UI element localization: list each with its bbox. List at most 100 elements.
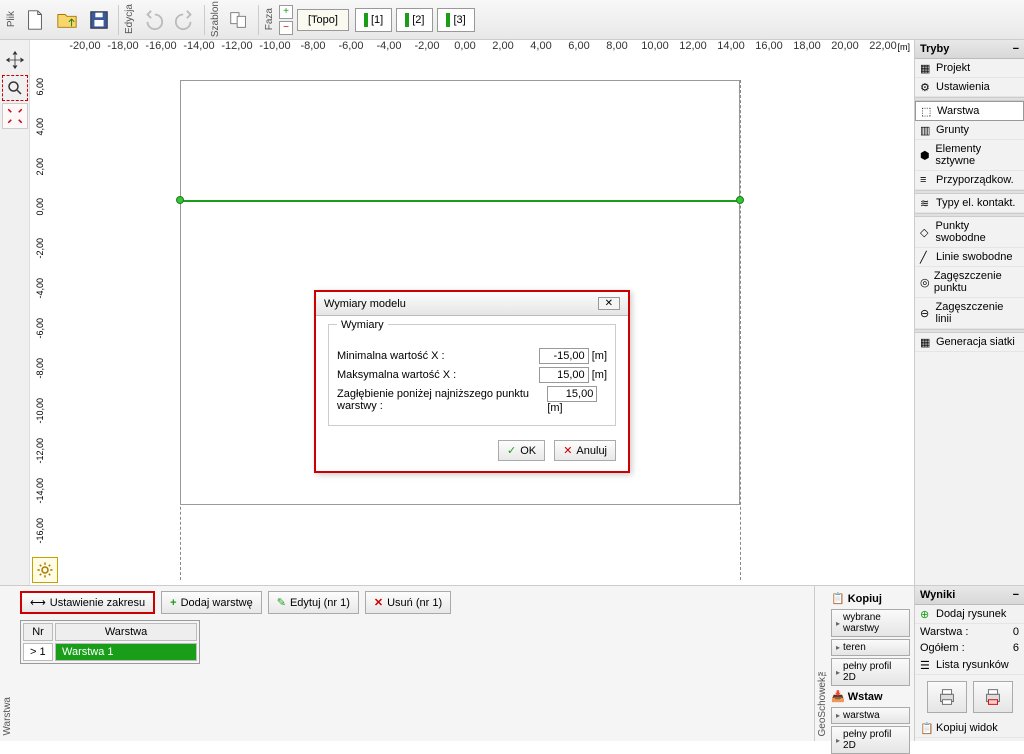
ruler-tick: 10,00: [635, 40, 675, 52]
range-settings-button[interactable]: ⟷Ustawienie zakresu: [20, 591, 155, 614]
layer-node[interactable]: [176, 196, 184, 204]
phase-1-button[interactable]: [1]: [355, 8, 392, 32]
list-icon: ☰: [920, 659, 932, 671]
ruler-tick: 14,00: [711, 40, 751, 52]
ruler-tick: -10,00: [35, 398, 45, 424]
open-file-button[interactable]: [53, 5, 81, 35]
ruler-tick: 2,00: [483, 40, 523, 52]
mode-icon: ≡: [920, 174, 932, 186]
remove-layer-button[interactable]: ✕Usuń (nr 1): [365, 591, 451, 614]
print-color-button[interactable]: [973, 681, 1013, 713]
mode-icon: ▦: [920, 336, 932, 348]
copy-full-profile[interactable]: pełny profil 2D: [831, 658, 910, 686]
min-x-label: Minimalna wartość X :: [337, 350, 445, 362]
add-layer-button[interactable]: +Dodaj warstwę: [161, 591, 262, 614]
mode-item-10[interactable]: ⊖ Zagęszczenie linii: [915, 298, 1024, 329]
mode-item-7[interactable]: ◇ Punkty swobodne: [915, 217, 1024, 248]
insert-layer[interactable]: warstwa: [831, 707, 910, 724]
modes-panel: Tryby− ▦ Projekt ⚙Ustawienia ⬚Warstwa▥Grunt…: [914, 40, 1024, 585]
insert-full-profile[interactable]: pełny profil 2D: [831, 726, 910, 754]
mode-icon: ≋: [920, 197, 932, 209]
settings-gear-button[interactable]: [32, 557, 58, 583]
mode-label: Punkty swobodne: [936, 220, 1019, 244]
remove-phase-button[interactable]: −: [279, 21, 293, 35]
depth-input[interactable]: [547, 386, 597, 402]
mode-label: Linie swobodne: [936, 251, 1012, 263]
ruler-tick: -6,00: [331, 40, 371, 52]
minimize-icon[interactable]: −: [1013, 43, 1019, 55]
minimize-icon[interactable]: −: [1013, 589, 1019, 601]
layer-table[interactable]: NrWarstwa > 1Warstwa 1: [20, 620, 200, 664]
mode-icon: ◇: [920, 226, 932, 238]
ruler-tick: 16,00: [749, 40, 789, 52]
min-x-input[interactable]: [539, 348, 589, 364]
max-x-label: Maksymalna wartość X :: [337, 369, 456, 381]
mode-item-0[interactable]: ▦ Projekt: [915, 59, 1024, 78]
main-toolbar: Plik Edycja Szablon Faza + − [Topo] [1] …: [0, 0, 1024, 40]
ruler-tick: 6,00: [559, 40, 599, 52]
add-phase-button[interactable]: +: [279, 5, 293, 19]
insert-icon: 📥: [831, 690, 845, 703]
mode-item-9[interactable]: ◎Zagęszczenie punktu: [915, 267, 1024, 298]
phase-2-button[interactable]: [2]: [396, 8, 433, 32]
plus-icon: +: [170, 597, 176, 609]
mode-item-2[interactable]: ⬚Warstwa: [915, 101, 1024, 121]
mode-item-6[interactable]: ≋Typy el. kontakt.: [915, 194, 1024, 213]
layer-line[interactable]: [180, 200, 740, 202]
mode-item-11[interactable]: ▦Generacja siatki: [915, 333, 1024, 352]
drawing-list-button[interactable]: ☰Lista rysunków: [915, 656, 1024, 675]
phase-bar-icon: [446, 13, 450, 27]
mode-item-4[interactable]: ⬢Elementy sztywne: [915, 140, 1024, 171]
x-icon: ✕: [374, 596, 383, 609]
check-icon: ✓: [507, 444, 516, 457]
save-file-button[interactable]: [85, 5, 113, 35]
move-tool[interactable]: [2, 47, 28, 73]
topo-phase-button[interactable]: [Topo]: [297, 9, 349, 31]
mode-icon: ◎: [920, 276, 930, 288]
mode-item-1[interactable]: ⚙Ustawienia: [915, 78, 1024, 97]
table-row[interactable]: > 1Warstwa 1: [23, 643, 197, 661]
mode-item-3[interactable]: ▥Grunty: [915, 121, 1024, 140]
edit-label: Edycja: [122, 2, 137, 36]
ruler-tick: -16,00: [141, 40, 181, 52]
modes-header: Tryby−: [915, 40, 1024, 59]
zoom-tool[interactable]: [2, 75, 28, 101]
ruler-tick: 2,00: [35, 158, 45, 176]
mode-item-5[interactable]: ≡ Przyporządkow.: [915, 171, 1024, 190]
ruler-tick: -12,00: [217, 40, 257, 52]
template-button[interactable]: [225, 5, 253, 35]
mode-icon: ⬢: [920, 149, 931, 161]
model-dimensions-dialog: Wymiary modelu ✕ Wymiary Minimalna warto…: [314, 290, 630, 473]
ok-button[interactable]: ✓ OK: [498, 440, 545, 461]
undo-button[interactable]: [139, 5, 167, 35]
copy-view-button[interactable]: 📋Kopiuj widok: [915, 719, 1024, 738]
mode-label: Przyporządkow.: [936, 174, 1014, 186]
x-icon: ✕: [563, 444, 572, 457]
cancel-button[interactable]: ✕ Anuluj: [554, 440, 616, 461]
max-x-input[interactable]: [539, 367, 589, 383]
mode-label: Projekt: [936, 62, 970, 74]
mode-label: Zagęszczenie linii: [936, 301, 1019, 325]
edit-layer-button[interactable]: ✎Edytuj (nr 1): [268, 591, 359, 614]
layer-node[interactable]: [736, 196, 744, 204]
ruler-tick: -6,00: [35, 318, 45, 339]
ruler-tick: -8,00: [293, 40, 333, 52]
extent-tool[interactable]: [2, 103, 28, 129]
ruler-tick: -8,00: [35, 358, 45, 379]
dialog-titlebar[interactable]: Wymiary modelu ✕: [316, 292, 628, 316]
col-layer: Warstwa: [55, 623, 197, 641]
mode-icon: ⊖: [920, 307, 932, 319]
new-file-button[interactable]: [21, 5, 49, 35]
ruler-tick: 0,00: [445, 40, 485, 52]
copy-terrain[interactable]: teren: [831, 639, 910, 656]
phase-3-button[interactable]: [3]: [437, 8, 474, 32]
mode-icon: ▦: [920, 62, 932, 74]
print-button[interactable]: [927, 681, 967, 713]
dialog-close-button[interactable]: ✕: [598, 297, 620, 310]
mode-item-8[interactable]: ╱Linie swobodne: [915, 248, 1024, 267]
redo-button[interactable]: [171, 5, 199, 35]
copy-selected-layers[interactable]: wybrane warstwy: [831, 609, 910, 637]
ruler-tick: -4,00: [35, 278, 45, 299]
edit-icon: ✎: [277, 596, 286, 609]
add-drawing-button[interactable]: ⊕Dodaj rysunek: [915, 605, 1024, 624]
